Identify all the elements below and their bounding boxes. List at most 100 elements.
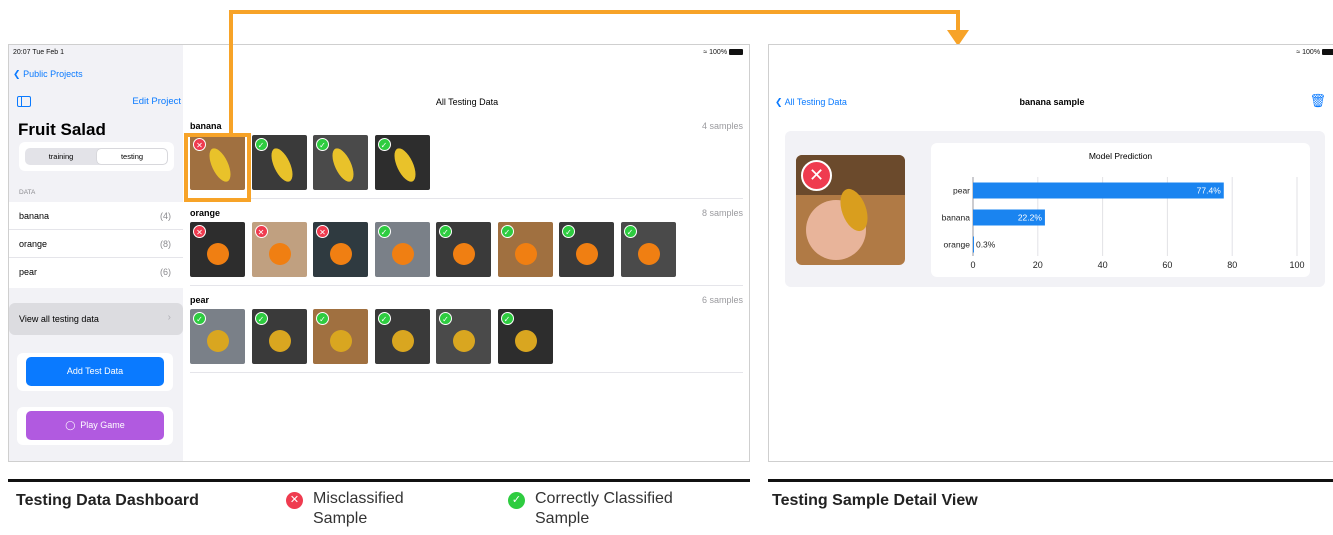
- check-circle-icon: ✓: [439, 312, 452, 325]
- data-item-count: (8): [160, 239, 171, 249]
- play-game-button[interactable]: ◯ Play Game: [26, 411, 164, 440]
- x-tick-label: 0: [970, 260, 975, 270]
- sample-thumbnail[interactable]: ✕: [251, 222, 307, 277]
- sample-thumbnail[interactable]: ✓: [313, 135, 368, 190]
- back-public-projects[interactable]: ❮ Public Projects: [13, 69, 83, 80]
- sample-thumbnail[interactable]: ✓: [374, 135, 430, 190]
- sample-thumbnail[interactable]: ✓: [313, 309, 368, 364]
- sample-thumbnail[interactable]: ✓: [374, 309, 430, 364]
- bar: [973, 236, 974, 253]
- sample-thumbnail[interactable]: ✓: [497, 222, 553, 277]
- check-circle-icon: ✓: [500, 312, 514, 325]
- status-indicators: ≈ 100%: [703, 49, 743, 56]
- x-circle-icon: ✕: [316, 225, 329, 238]
- check-circle-icon: ✓: [562, 225, 575, 238]
- x-tick-label: 60: [1162, 260, 1172, 270]
- sample-thumbnail[interactable]: ✓: [620, 222, 676, 277]
- trash-icon[interactable]: 🗑: [1309, 93, 1326, 109]
- sample-thumbnail[interactable]: ✓: [190, 309, 245, 364]
- check-circle-icon: ✓: [377, 312, 391, 325]
- battery-percent: 100%: [709, 49, 728, 56]
- status-indicators: ≈ 100%: [1296, 49, 1333, 56]
- wifi-icon: ≈: [1296, 49, 1301, 56]
- connector-vertical-left: [229, 10, 233, 134]
- play-game-label: Play Game: [80, 420, 125, 430]
- right-caption-rule: [768, 479, 1333, 482]
- edit-project-button[interactable]: Edit Project: [132, 96, 181, 107]
- check-circle-icon: ✓: [193, 312, 206, 325]
- data-item-count: (4): [160, 211, 171, 221]
- play-game-card: ◯ Play Game: [17, 407, 173, 445]
- data-item-label: orange: [19, 239, 48, 249]
- check-circle-icon: ✓: [439, 225, 452, 238]
- sample-thumbnail[interactable]: ✓: [436, 222, 491, 277]
- group-sample-count: 6 samples: [701, 295, 743, 305]
- group-label: orange: [190, 208, 221, 218]
- page-title: All Testing Data: [435, 97, 499, 107]
- wifi-icon: ≈: [703, 49, 708, 56]
- add-test-card: Add Test Data: [17, 353, 173, 391]
- y-tick-label: banana: [942, 213, 971, 223]
- sample-thumbnail[interactable]: ✓: [251, 135, 307, 190]
- check-circle-icon: ✓: [377, 225, 391, 238]
- x-tick-label: 80: [1227, 260, 1237, 270]
- check-circle-icon: ✓: [500, 225, 514, 238]
- group-separator: [190, 285, 743, 286]
- status-time: 20:07 Tue Feb 1: [13, 49, 64, 56]
- connector-horizontal: [229, 10, 960, 14]
- testing-dashboard-screen: 20:07 Tue Feb 1 ❮ Public Projects Edit P…: [8, 44, 750, 462]
- sample-detail-screen: ≈ 100% ❮ All Testing Data banana sample …: [768, 44, 1333, 462]
- segment-training[interactable]: training: [26, 149, 96, 164]
- x-circle-icon: ✕: [801, 160, 832, 191]
- prediction-bar-chart: 0 20 40 60 80 100 pear 77.4% banana 22.2% orange 0.…: [942, 177, 1305, 270]
- group-label: banana: [190, 121, 222, 131]
- gamepad-icon: ◯: [65, 420, 76, 430]
- view-all-testing-data[interactable]: View all testing data ›: [9, 303, 183, 335]
- legend-misclassified: Misclassified Sample: [313, 490, 404, 527]
- data-list: banana (4) orange (8) pear (6): [9, 202, 183, 288]
- bar: [973, 182, 1224, 199]
- y-tick-label: orange: [944, 240, 971, 250]
- left-caption-rule: [8, 479, 750, 482]
- group-sample-count: 8 samples: [701, 208, 743, 218]
- data-item-label: banana: [19, 211, 50, 221]
- sidebar: 20:07 Tue Feb 1 ❮ Public Projects Edit P…: [9, 45, 183, 461]
- detail-card: ✕ Model Prediction 0 20 40 60 80 100 pear 77.4%…: [785, 131, 1325, 287]
- selected-sample-highlight: [184, 133, 251, 202]
- caption-dashboard: Testing Data Dashboard: [16, 492, 199, 509]
- project-title: Fruit Salad: [18, 120, 106, 139]
- add-test-data-button[interactable]: Add Test Data: [26, 357, 164, 386]
- sample-image: ✕: [796, 155, 905, 265]
- data-item-banana[interactable]: banana (4): [9, 202, 183, 230]
- sidebar-toggle-icon[interactable]: [17, 96, 31, 107]
- check-circle-icon: ✓: [377, 138, 391, 151]
- bar-value-label: 0.3%: [976, 240, 996, 250]
- x-circle-icon: ✕: [254, 225, 268, 238]
- segment-card: training testing: [19, 142, 174, 171]
- page-title: banana sample: [1019, 97, 1085, 107]
- group-separator: [190, 198, 743, 199]
- sample-thumbnail[interactable]: ✓: [251, 309, 307, 364]
- y-tick-label: pear: [953, 186, 970, 196]
- sample-thumbnail[interactable]: ✓: [497, 309, 553, 364]
- group-separator: [190, 372, 743, 373]
- data-item-pear[interactable]: pear (6): [9, 258, 183, 286]
- check-circle-icon: ✓: [508, 492, 525, 509]
- battery-icon: [729, 49, 743, 56]
- sample-thumbnail[interactable]: ✓: [436, 309, 491, 364]
- caption-detail: Testing Sample Detail View: [772, 492, 978, 509]
- sample-thumbnail[interactable]: ✓: [559, 222, 614, 277]
- data-item-orange[interactable]: orange (8): [9, 230, 183, 258]
- sample-thumbnail[interactable]: ✕: [313, 222, 368, 277]
- back-label: Public Projects: [23, 69, 83, 79]
- sample-thumbnail[interactable]: ✕: [190, 222, 245, 277]
- bar-value-label: 22.2%: [1018, 213, 1043, 223]
- check-circle-icon: ✓: [254, 312, 268, 325]
- segment-testing[interactable]: testing: [97, 149, 167, 164]
- x-circle-icon: ✕: [193, 225, 206, 238]
- sample-thumbnail[interactable]: ✓: [374, 222, 430, 277]
- x-tick-label: 100: [1289, 260, 1304, 270]
- check-circle-icon: ✓: [623, 225, 637, 238]
- chevron-left-icon: ❮: [13, 69, 21, 79]
- battery-percent: 100%: [1302, 49, 1321, 56]
